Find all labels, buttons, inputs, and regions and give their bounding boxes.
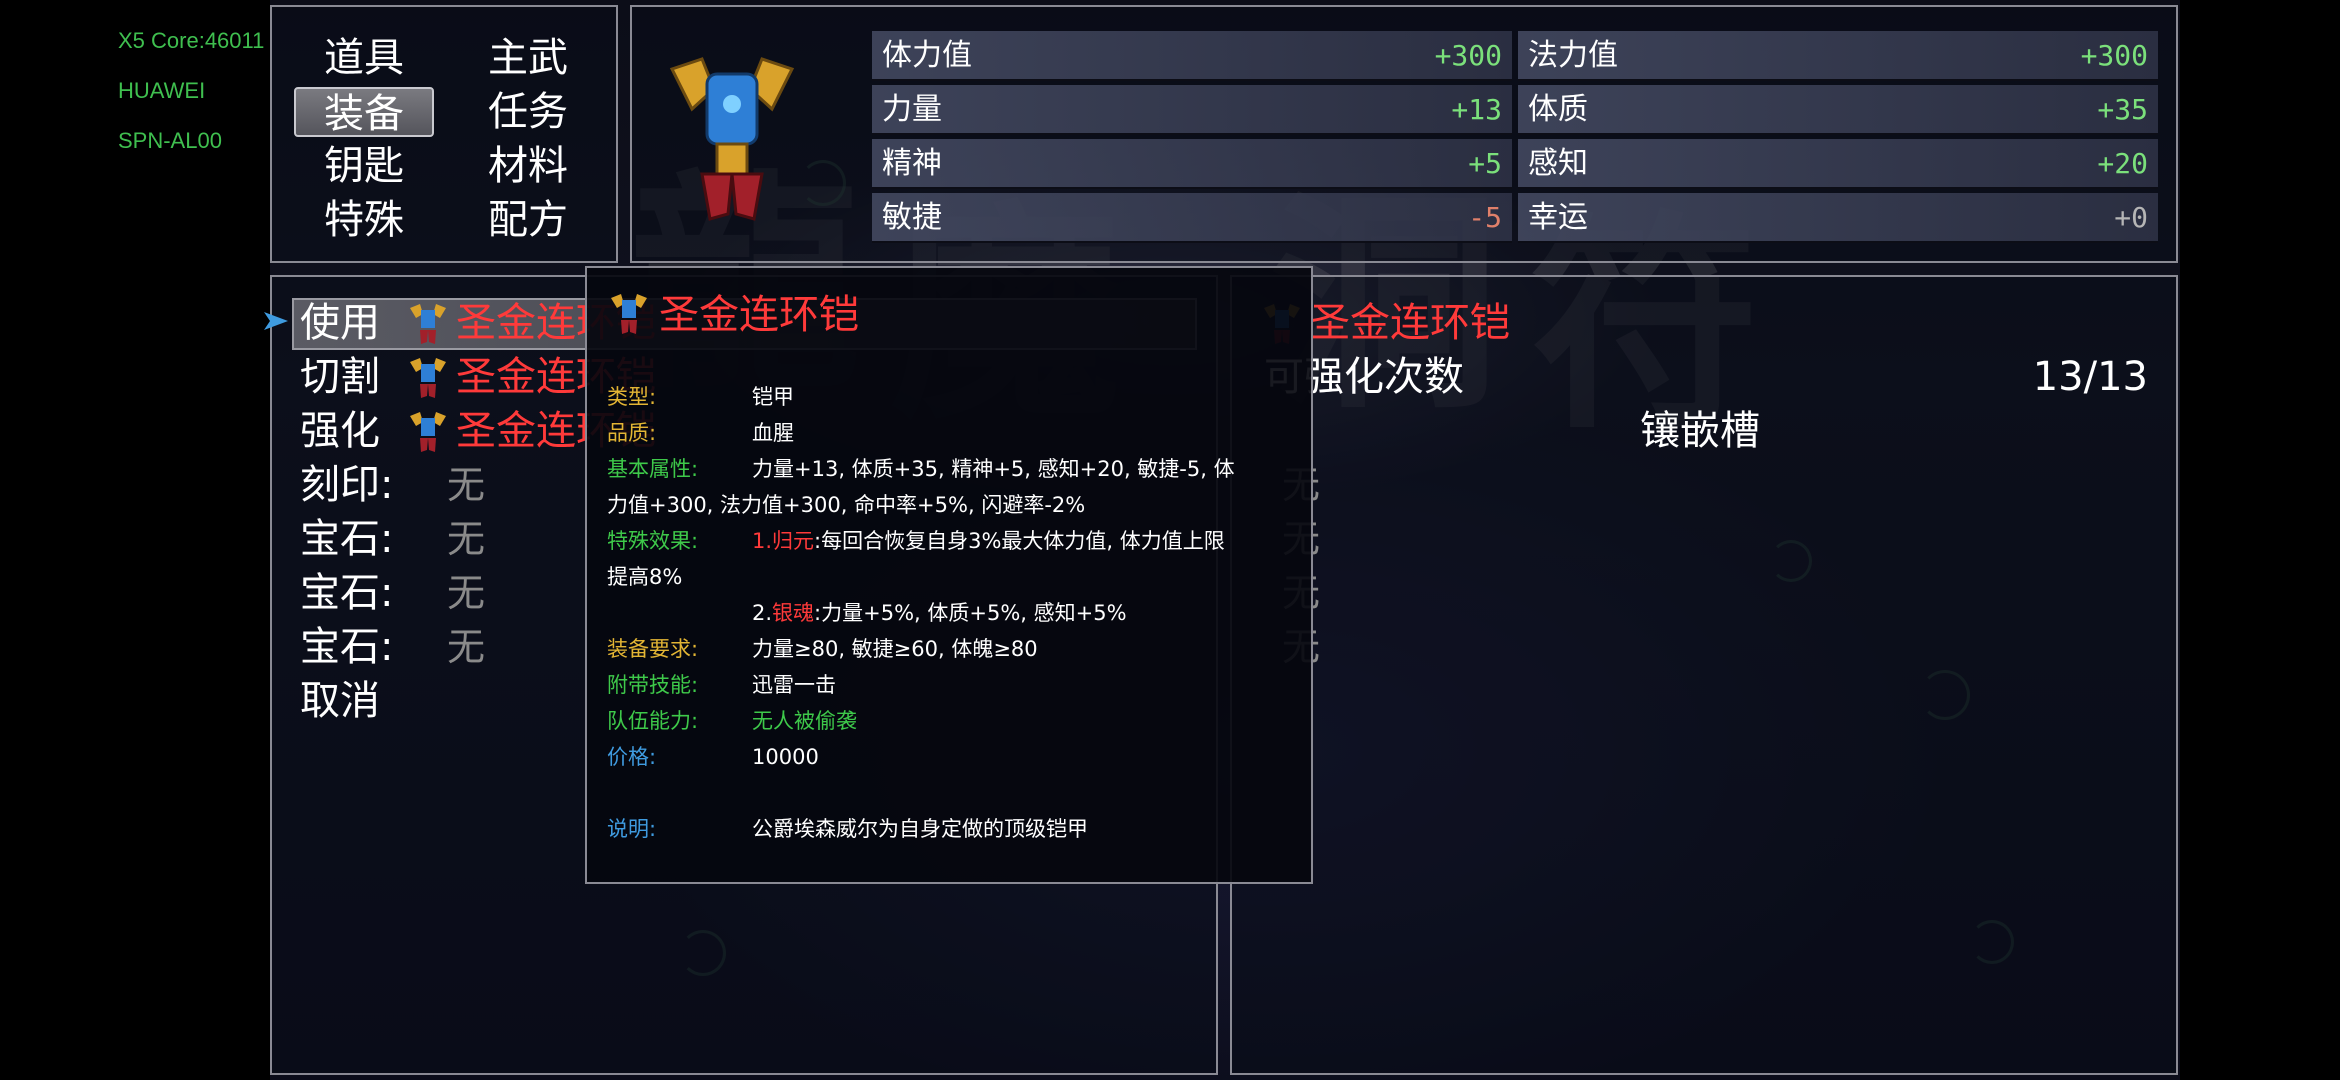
stat-value: -5: [1468, 201, 1502, 234]
action-gem-2[interactable]: 宝石:: [300, 566, 393, 620]
category-main-weapon[interactable]: 主武: [458, 33, 598, 83]
stat-value: +13: [1451, 93, 1502, 126]
action-gem-label: 宝石:: [300, 624, 394, 670]
tooltip-value: 迅雷一击: [752, 673, 836, 697]
tooltip-effect-2: 2.银魂:力量+5%, 体质+5%, 感知+5%: [752, 596, 1127, 630]
tooltip-value: 无人被偷袭: [752, 709, 857, 733]
tooltip-key: 队伍能力:: [607, 709, 699, 733]
stat-value: +20: [2097, 147, 2148, 180]
gem-3-value: 无: [447, 625, 486, 669]
item-tooltip: 圣金连环铠 类型: 铠甲 品质: 血腥 基本属性: 力量+13, 体质+35, …: [585, 266, 1313, 884]
effect-1-text: :每回合恢复自身3%最大体力值, 体力值上限: [814, 529, 1225, 553]
action-cut[interactable]: 切割: [300, 350, 380, 404]
stat-perception: 感知 +20: [1518, 139, 2158, 189]
detail-item-name: 圣金连环铠: [1310, 300, 1510, 346]
tooltip-key: 装备要求:: [607, 637, 699, 661]
category-special[interactable]: 特殊: [294, 195, 434, 245]
tooltip-key: 类型:: [607, 385, 657, 409]
action-engrave-label: 刻印:: [300, 462, 394, 508]
category-materials[interactable]: 材料: [458, 141, 598, 191]
tooltip-value: 力量≥80, 敏捷≥60, 体魄≥80: [752, 637, 1038, 661]
stat-value: +300: [1434, 39, 1502, 72]
stat-label: 感知: [1528, 146, 1588, 181]
stat-label: 幸运: [1528, 200, 1588, 235]
armor-icon: [611, 294, 647, 334]
category-panel: 道具 主武 装备 任务 钥匙 材料 特殊 配方: [270, 5, 618, 263]
stat-label: 法力值: [1528, 38, 1618, 73]
tooltip-key: 附带技能:: [607, 673, 699, 697]
gem-2-value: 无: [447, 571, 486, 615]
stat-label: 精神: [882, 146, 942, 181]
category-keys[interactable]: 钥匙: [294, 141, 434, 191]
tooltip-key: 说明:: [607, 817, 657, 841]
armor-icon: [410, 412, 446, 452]
tooltip-key: 价格:: [607, 745, 657, 769]
action-cut-label: 切割: [300, 354, 380, 400]
action-gem-label: 宝石:: [300, 570, 394, 616]
stat-value: +300: [2080, 39, 2148, 72]
action-use[interactable]: 使用: [300, 296, 380, 350]
stat-mp: 法力值 +300: [1518, 31, 2158, 81]
action-use-label: 使用: [300, 300, 380, 346]
stat-luck: 幸运 +0: [1518, 193, 2158, 243]
tooltip-value-cont: 力值+300, 法力值+300, 命中率+5%, 闪避率-2%: [607, 493, 1086, 517]
engrave-value: 无: [447, 463, 486, 507]
enhance-count-value: 13/13: [2032, 354, 2148, 400]
category-equipment[interactable]: 装备: [294, 87, 434, 137]
armor-icon: [410, 304, 446, 344]
gem-1-value: 无: [447, 517, 486, 561]
action-engrave[interactable]: 刻印:: [300, 458, 393, 512]
action-enhance-label: 强化: [300, 408, 380, 454]
stat-strength: 力量 +13: [872, 85, 1512, 135]
selection-arrow-icon: [264, 312, 288, 330]
effect-1-num: 1.: [752, 529, 773, 553]
effect-2-text: :力量+5%, 体质+5%, 感知+5%: [814, 601, 1127, 625]
action-cancel-label: 取消: [300, 678, 380, 724]
stat-label: 力量: [882, 92, 942, 127]
category-quest[interactable]: 任务: [458, 87, 598, 137]
tooltip-title: 圣金连环铠: [659, 292, 859, 338]
socket-label: 镶嵌槽: [1640, 408, 1760, 454]
effect-1-name: 归元: [772, 529, 815, 553]
stat-constitution: 体质 +35: [1518, 85, 2158, 135]
action-gem-1[interactable]: 宝石:: [300, 512, 393, 566]
tooltip-effect-1: 1.归元:每回合恢复自身3%最大体力值, 体力值上限: [752, 524, 1225, 558]
tooltip-key: 特殊效果:: [607, 529, 699, 553]
tooltip-value: 公爵埃森威尔为自身定做的顶级铠甲: [752, 817, 1088, 841]
tooltip-value-cont: 提高8%: [607, 565, 683, 589]
stat-value: +0: [2114, 201, 2148, 234]
action-gem-3[interactable]: 宝石:: [300, 620, 393, 674]
stat-value: +5: [1468, 147, 1502, 180]
stat-label: 敏捷: [882, 200, 942, 235]
category-items[interactable]: 道具: [294, 33, 434, 83]
tooltip-key: 品质:: [607, 421, 657, 445]
armor-icon: [410, 358, 446, 398]
stat-label: 体质: [1528, 92, 1588, 127]
tooltip-key: 基本属性:: [607, 457, 699, 481]
tooltip-value: 铠甲: [752, 385, 794, 409]
stat-spirit: 精神 +5: [872, 139, 1512, 189]
category-recipes[interactable]: 配方: [458, 195, 598, 245]
effect-2-num: 2.: [752, 601, 773, 625]
device-info-core: X5 Core:46011: [118, 28, 265, 53]
effect-2-name: 银魂: [772, 601, 815, 625]
stat-label: 体力值: [882, 38, 972, 73]
stat-value: +35: [2097, 93, 2148, 126]
tooltip-value: 10000: [752, 745, 819, 769]
action-cancel[interactable]: 取消: [300, 674, 380, 728]
tooltip-value: 力量+13, 体质+35, 精神+5, 感知+20, 敏捷-5, 体: [752, 457, 1235, 481]
action-enhance[interactable]: 强化: [300, 404, 380, 458]
device-info-brand: HUAWEI: [118, 78, 206, 103]
armor-icon: [669, 57, 795, 221]
stats-panel: 体力值 +300 法力值 +300 力量 +13 体质 +35 精神 +5 感知…: [630, 5, 2178, 263]
stat-hp: 体力值 +300: [872, 31, 1512, 81]
action-gem-label: 宝石:: [300, 516, 394, 562]
device-info-model: SPN-AL00: [118, 128, 222, 153]
stat-agility: 敏捷 -5: [872, 193, 1512, 243]
tooltip-value: 血腥: [752, 421, 794, 445]
